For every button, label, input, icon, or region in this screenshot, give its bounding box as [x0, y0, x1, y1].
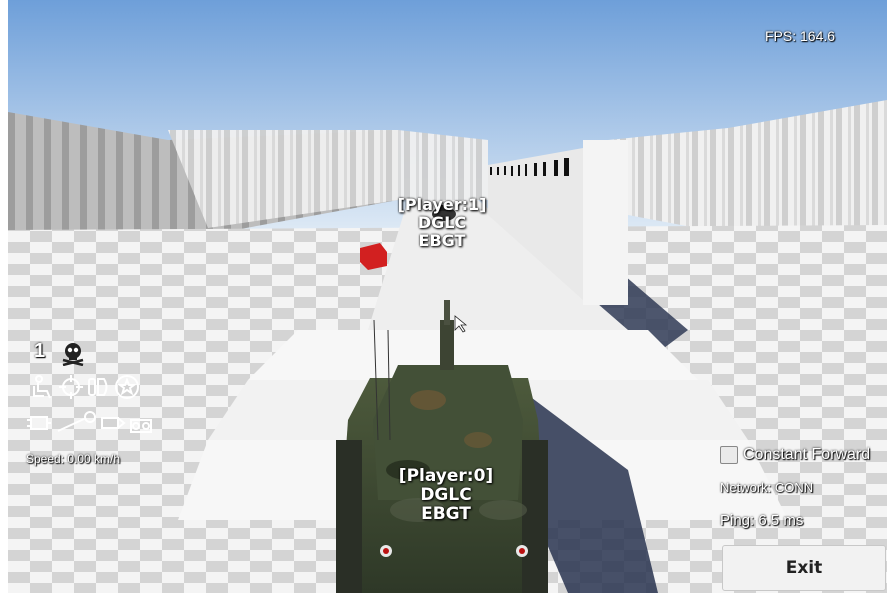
player-squad-code: EBGT — [418, 230, 466, 250]
speed-readout: Speed: 0.00 km/h — [26, 452, 121, 466]
count-indicator: 1 — [34, 340, 46, 362]
player-name: [Player:0] — [398, 466, 494, 486]
game-viewport[interactable]: FPS: 164.6 [Player:1] DGLC EBGT [Player:… — [8, 0, 887, 593]
ping-readout: Ping: 6.5 ms — [720, 512, 804, 529]
loader-icon — [86, 374, 112, 400]
player-label-0: [Player:0] DGLC EBGT — [372, 466, 520, 525]
crosshair-icon — [58, 374, 84, 400]
track-icon — [128, 410, 154, 436]
player-label-1: [Player:1] DGLC EBGT — [368, 196, 516, 250]
fps-counter: FPS: 164.6 — [765, 28, 836, 44]
constant-forward-toggle[interactable]: Constant Forward — [720, 446, 870, 464]
exit-button[interactable]: Exit — [722, 545, 886, 591]
constant-forward-checkbox[interactable] — [720, 446, 738, 464]
star-icon — [114, 374, 140, 400]
crew-seat-icon — [30, 374, 56, 400]
player-name: [Player:1] — [397, 195, 487, 214]
player-team-code: DGLC — [417, 212, 467, 232]
constant-forward-label: Constant Forward — [743, 446, 871, 463]
network-status: Network: CONN — [720, 480, 814, 495]
skull-crossbones-icon — [60, 340, 86, 366]
status-icons-row-1 — [30, 374, 140, 400]
engine-icon — [26, 410, 52, 436]
wrench-icon — [54, 410, 98, 436]
player-team-code: DGLC — [420, 485, 472, 506]
ammo-icon — [100, 410, 126, 436]
player-squad-code: EBGT — [421, 504, 471, 525]
status-icons-row-2 — [26, 410, 154, 436]
